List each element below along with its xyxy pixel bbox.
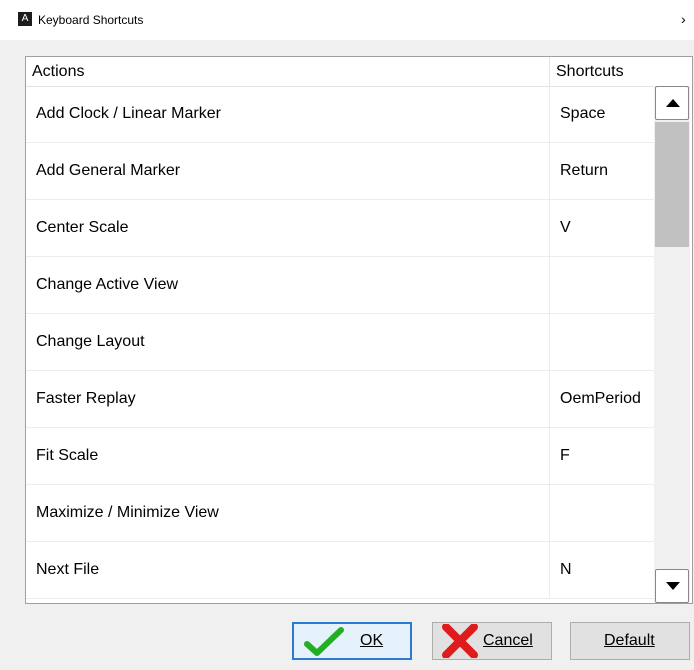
vertical-scrollbar[interactable]: [654, 86, 690, 603]
shortcuts-table: Actions Shortcuts Add Clock / Linear Mar…: [25, 56, 693, 604]
action-cell: Next File: [36, 561, 100, 578]
table-row[interactable]: Change Layout: [26, 314, 654, 371]
action-cell: Add General Marker: [36, 162, 181, 179]
cell-divider: [549, 485, 550, 542]
action-cell: Add Clock / Linear Marker: [36, 105, 221, 122]
triangle-down-icon: [666, 582, 680, 590]
title-bar: A Keyboard Shortcuts ›: [0, 0, 694, 40]
app-icon: A: [18, 12, 32, 26]
triangle-up-icon: [666, 99, 680, 107]
table-row[interactable]: Add General Marker Return: [26, 143, 654, 200]
table-row[interactable]: Center Scale V: [26, 200, 654, 257]
cell-divider: [549, 428, 550, 485]
column-header-actions[interactable]: Actions: [32, 63, 84, 81]
cell-divider: [549, 200, 550, 257]
scroll-down-button[interactable]: [655, 569, 689, 603]
default-label: Default: [604, 632, 655, 649]
action-cell: Center Scale: [36, 219, 129, 236]
cell-divider: [549, 314, 550, 371]
shortcut-cell[interactable]: Return: [560, 162, 608, 180]
cancel-button[interactable]: Cancel: [432, 622, 552, 660]
action-cell: Maximize / Minimize View: [36, 504, 219, 521]
table-row[interactable]: Change Active View: [26, 257, 654, 314]
shortcut-cell[interactable]: F: [560, 447, 570, 465]
scroll-thumb[interactable]: [655, 122, 689, 247]
action-cell: Change Active View: [36, 276, 179, 293]
shortcut-cell[interactable]: V: [560, 219, 571, 237]
check-icon: [304, 627, 344, 656]
default-button[interactable]: Default: [570, 622, 690, 660]
close-icon[interactable]: ›: [681, 10, 686, 28]
table-header: Actions Shortcuts: [26, 57, 654, 87]
scroll-up-button[interactable]: [655, 86, 689, 120]
cell-divider: [549, 371, 550, 428]
cancel-label: Cancel: [483, 632, 533, 649]
table-row[interactable]: Add Clock / Linear Marker Space: [26, 86, 654, 143]
shortcut-cell[interactable]: OemPeriod: [560, 390, 641, 408]
ok-button[interactable]: OK: [292, 622, 412, 660]
window-title: Keyboard Shortcuts: [38, 13, 144, 27]
cell-divider: [549, 86, 550, 143]
table-row[interactable]: Next File N: [26, 542, 654, 599]
table-row[interactable]: Faster Replay OemPeriod: [26, 371, 654, 428]
shortcut-cell[interactable]: N: [560, 561, 572, 579]
table-row[interactable]: Fit Scale F: [26, 428, 654, 485]
column-divider[interactable]: [549, 57, 550, 86]
x-icon: [442, 624, 478, 658]
action-cell: Faster Replay: [36, 390, 136, 407]
cell-divider: [549, 542, 550, 599]
table-body: Add Clock / Linear Marker Space Add Gene…: [26, 86, 654, 599]
shortcut-cell[interactable]: Space: [560, 105, 605, 123]
action-cell: Change Layout: [36, 333, 145, 350]
ok-label: OK: [360, 632, 384, 649]
table-row[interactable]: Maximize / Minimize View: [26, 485, 654, 542]
action-cell: Fit Scale: [36, 447, 99, 464]
cell-divider: [549, 143, 550, 200]
column-header-shortcuts[interactable]: Shortcuts: [556, 63, 624, 81]
cell-divider: [549, 257, 550, 314]
